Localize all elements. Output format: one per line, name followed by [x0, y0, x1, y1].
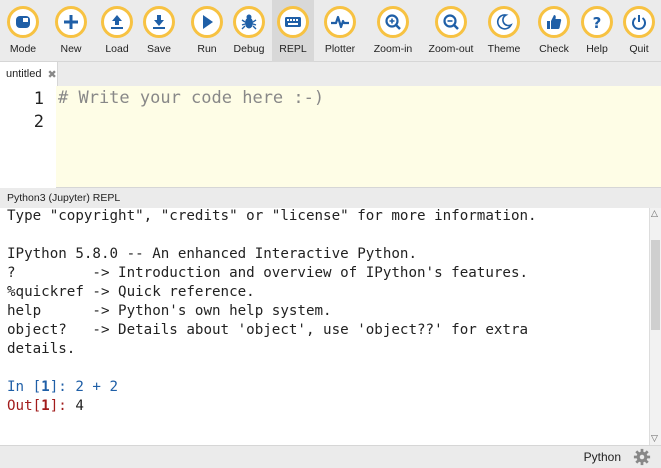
zoom-out-label: Zoom-out: [428, 43, 474, 55]
pulse-icon: [331, 15, 349, 29]
out-value: 4: [75, 398, 84, 414]
in-prompt-number: 1: [41, 379, 50, 395]
zoom-out-button[interactable]: Zoom-out: [424, 0, 478, 62]
line-number: 1: [33, 89, 44, 109]
moon-icon: [496, 14, 513, 30]
repl-button[interactable]: REPL: [272, 0, 314, 62]
zoom-in-label: Zoom-in: [373, 43, 413, 55]
repl-output-line: ? -> Introduction and overview of IPytho…: [7, 265, 529, 281]
theme-label: Theme: [487, 43, 521, 55]
repl-output-line: help -> Python's own help system.: [7, 303, 332, 319]
repl-output-line: Type "copyright", "credits" or "license"…: [7, 208, 537, 224]
new-button[interactable]: New: [52, 0, 90, 62]
repl-scrollbar[interactable]: △ ▽: [649, 208, 661, 445]
line-number-gutter: 1 2: [0, 86, 56, 188]
in-prompt-close: ]:: [49, 379, 76, 395]
code-editor[interactable]: 1 2 # Write your code here :-): [0, 86, 661, 188]
svg-text:?: ?: [593, 14, 602, 32]
theme-button[interactable]: Theme: [484, 0, 524, 62]
mode-button[interactable]: Mode: [6, 0, 40, 62]
plus-icon: [64, 15, 78, 29]
check-label: Check: [539, 43, 569, 55]
repl-label: REPL: [279, 43, 307, 55]
help-label: Help: [586, 43, 608, 55]
repl-console[interactable]: Type "copyright", "credits" or "license"…: [0, 208, 649, 445]
tab-untitled[interactable]: untitled ✖: [0, 62, 58, 86]
zoom-in-icon: [385, 14, 401, 30]
bug-icon: [241, 14, 257, 30]
zoom-out-icon: [443, 14, 459, 30]
run-label: Run: [197, 43, 217, 55]
load-label: Load: [105, 43, 129, 55]
repl-output-line: details.: [7, 341, 76, 357]
help-button[interactable]: ? Help: [580, 0, 614, 62]
plotter-button[interactable]: Plotter: [318, 0, 362, 62]
repl-title: Python3 (Jupyter) REPL: [0, 188, 661, 208]
tab-label: untitled: [6, 68, 42, 80]
close-icon[interactable]: ✖: [47, 68, 56, 81]
in-prompt: In [: [7, 379, 42, 395]
save-label: Save: [147, 43, 171, 55]
thumbs-up-icon: [547, 15, 562, 29]
mode-icon: [16, 16, 30, 28]
power-icon: [632, 15, 646, 30]
download-icon: [153, 15, 165, 29]
line-number: 2: [33, 112, 44, 132]
plotter-label: Plotter: [324, 43, 356, 55]
mode-label: Mode: [9, 43, 37, 55]
status-bar: Python: [0, 445, 661, 468]
zoom-in-button[interactable]: Zoom-in: [370, 0, 416, 62]
out-prompt: Out[: [7, 398, 42, 414]
code-line: # Write your code here :-): [58, 88, 325, 108]
repl-output-line: %quickref -> Quick reference.: [7, 284, 255, 300]
repl-input-line: In [1]: 2 + 2: [7, 379, 118, 395]
quit-label: Quit: [629, 43, 649, 55]
load-button[interactable]: Load: [98, 0, 136, 62]
toolbar: Mode New Load Save Run Debug REPL Plotte…: [0, 0, 661, 62]
in-code: 2 + 2: [75, 379, 119, 395]
play-icon: [203, 15, 213, 29]
gear-icon[interactable]: [633, 448, 651, 466]
new-label: New: [60, 43, 82, 55]
repl-output-line: IPython 5.8.0 -- An enhanced Interactive…: [7, 246, 417, 262]
debug-button[interactable]: Debug: [228, 0, 270, 62]
scroll-down-icon[interactable]: ▽: [651, 434, 658, 444]
mode-indicator: Python: [583, 450, 621, 464]
scroll-up-icon[interactable]: △: [651, 209, 658, 219]
repl-output-result: Out[1]: 4: [7, 398, 84, 414]
repl-output-line: object? -> Details about 'object', use '…: [7, 322, 529, 338]
question-icon: ?: [593, 14, 602, 32]
scrollbar-thumb[interactable]: [651, 240, 660, 330]
keyboard-icon: [285, 17, 301, 27]
run-button[interactable]: Run: [188, 0, 226, 62]
out-prompt-close: ]:: [49, 398, 76, 414]
debug-label: Debug: [233, 43, 265, 55]
save-button[interactable]: Save: [140, 0, 178, 62]
check-button[interactable]: Check: [534, 0, 574, 62]
tab-bar: untitled ✖: [0, 62, 661, 86]
out-prompt-number: 1: [41, 398, 50, 414]
upload-icon: [111, 15, 123, 29]
quit-button[interactable]: Quit: [622, 0, 656, 62]
